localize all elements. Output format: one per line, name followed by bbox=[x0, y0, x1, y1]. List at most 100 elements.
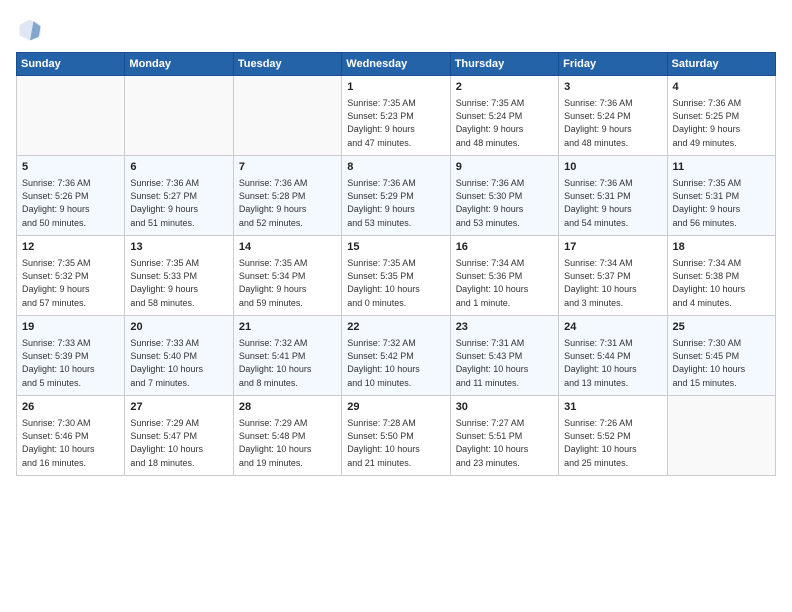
calendar-cell: 30 Sunrise: 7:27 AM Sunset: 5:51 PM Dayli… bbox=[450, 396, 558, 476]
day-info: Sunrise: 7:36 AM Sunset: 5:25 PM Dayligh… bbox=[673, 97, 770, 149]
calendar-cell bbox=[17, 76, 125, 156]
day-number: 31 bbox=[564, 400, 661, 415]
day-number: 24 bbox=[564, 320, 661, 335]
day-info: Sunrise: 7:30 AM Sunset: 5:46 PM Dayligh… bbox=[22, 417, 119, 469]
day-number: 21 bbox=[239, 320, 336, 335]
day-number: 3 bbox=[564, 80, 661, 95]
day-number: 9 bbox=[456, 160, 553, 175]
day-number: 19 bbox=[22, 320, 119, 335]
day-info: Sunrise: 7:31 AM Sunset: 5:44 PM Dayligh… bbox=[564, 337, 661, 389]
calendar-cell: 11Sunrise: 7:35 AM Sunset: 5:31 PM Dayli… bbox=[667, 156, 775, 236]
day-header-wednesday: Wednesday bbox=[342, 53, 450, 76]
day-number: 4 bbox=[673, 80, 770, 95]
calendar-cell bbox=[667, 396, 775, 476]
page-header bbox=[16, 16, 776, 44]
day-info: Sunrise: 7:36 AM Sunset: 5:31 PM Dayligh… bbox=[564, 177, 661, 229]
day-number: 1 bbox=[347, 80, 444, 95]
calendar-cell: 4 Sunrise: 7:36 AM Sunset: 5:25 PM Daylig… bbox=[667, 76, 775, 156]
day-info: Sunrise: 7:33 AM Sunset: 5:40 PM Dayligh… bbox=[130, 337, 227, 389]
calendar-cell: 3 Sunrise: 7:36 AM Sunset: 5:24 PM Daylig… bbox=[559, 76, 667, 156]
calendar-cell: 18 Sunrise: 7:34 AM Sunset: 5:38 PM Dayli… bbox=[667, 236, 775, 316]
calendar-cell: 6 Sunrise: 7:36 AM Sunset: 5:27 PM Daylig… bbox=[125, 156, 233, 236]
calendar-cell: 5Sunrise: 7:36 AM Sunset: 5:26 PM Daylig… bbox=[17, 156, 125, 236]
day-info: Sunrise: 7:34 AM Sunset: 5:37 PM Dayligh… bbox=[564, 257, 661, 309]
day-info: Sunrise: 7:29 AM Sunset: 5:47 PM Dayligh… bbox=[130, 417, 227, 469]
day-number: 13 bbox=[130, 240, 227, 255]
calendar-week-3: 12 Sunrise: 7:35 AM Sunset: 5:32 PM Dayli… bbox=[17, 236, 776, 316]
day-info: Sunrise: 7:35 AM Sunset: 5:24 PM Dayligh… bbox=[456, 97, 553, 149]
day-info: Sunrise: 7:27 AM Sunset: 5:51 PM Dayligh… bbox=[456, 417, 553, 469]
calendar-cell bbox=[125, 76, 233, 156]
day-header-sunday: Sunday bbox=[17, 53, 125, 76]
calendar-cell: 7 Sunrise: 7:36 AM Sunset: 5:28 PM Daylig… bbox=[233, 156, 341, 236]
calendar-cell: 14 Sunrise: 7:35 AM Sunset: 5:34 PM Dayli… bbox=[233, 236, 341, 316]
day-number: 10 bbox=[564, 160, 661, 175]
calendar-week-1: 1Sunrise: 7:35 AM Sunset: 5:23 PM Daylig… bbox=[17, 76, 776, 156]
calendar-cell: 15Sunrise: 7:35 AM Sunset: 5:35 PM Dayli… bbox=[342, 236, 450, 316]
day-info: Sunrise: 7:36 AM Sunset: 5:27 PM Dayligh… bbox=[130, 177, 227, 229]
calendar-cell: 25 Sunrise: 7:30 AM Sunset: 5:45 PM Dayli… bbox=[667, 316, 775, 396]
day-number: 5 bbox=[22, 160, 119, 175]
calendar-cell: 1Sunrise: 7:35 AM Sunset: 5:23 PM Daylig… bbox=[342, 76, 450, 156]
day-number: 2 bbox=[456, 80, 553, 95]
day-header-monday: Monday bbox=[125, 53, 233, 76]
calendar-week-2: 5Sunrise: 7:36 AM Sunset: 5:26 PM Daylig… bbox=[17, 156, 776, 236]
calendar-table: SundayMondayTuesdayWednesdayThursdayFrid… bbox=[16, 52, 776, 476]
calendar-week-5: 26Sunrise: 7:30 AM Sunset: 5:46 PM Dayli… bbox=[17, 396, 776, 476]
calendar-cell: 27Sunrise: 7:29 AM Sunset: 5:47 PM Dayli… bbox=[125, 396, 233, 476]
calendar-cell: 12 Sunrise: 7:35 AM Sunset: 5:32 PM Dayli… bbox=[17, 236, 125, 316]
calendar-cell: 13Sunrise: 7:35 AM Sunset: 5:33 PM Dayli… bbox=[125, 236, 233, 316]
calendar-cell: 31Sunrise: 7:26 AM Sunset: 5:52 PM Dayli… bbox=[559, 396, 667, 476]
day-header-tuesday: Tuesday bbox=[233, 53, 341, 76]
day-info: Sunrise: 7:36 AM Sunset: 5:30 PM Dayligh… bbox=[456, 177, 553, 229]
day-number: 30 bbox=[456, 400, 553, 415]
calendar-header-row: SundayMondayTuesdayWednesdayThursdayFrid… bbox=[17, 53, 776, 76]
day-number: 7 bbox=[239, 160, 336, 175]
calendar-cell: 8 Sunrise: 7:36 AM Sunset: 5:29 PM Daylig… bbox=[342, 156, 450, 236]
day-info: Sunrise: 7:35 AM Sunset: 5:32 PM Dayligh… bbox=[22, 257, 119, 309]
calendar-cell: 16 Sunrise: 7:34 AM Sunset: 5:36 PM Dayli… bbox=[450, 236, 558, 316]
day-number: 20 bbox=[130, 320, 227, 335]
day-info: Sunrise: 7:36 AM Sunset: 5:24 PM Dayligh… bbox=[564, 97, 661, 149]
calendar-cell: 20 Sunrise: 7:33 AM Sunset: 5:40 PM Dayli… bbox=[125, 316, 233, 396]
day-number: 17 bbox=[564, 240, 661, 255]
day-info: Sunrise: 7:36 AM Sunset: 5:29 PM Dayligh… bbox=[347, 177, 444, 229]
calendar-cell: 9 Sunrise: 7:36 AM Sunset: 5:30 PM Daylig… bbox=[450, 156, 558, 236]
calendar-cell: 19 Sunrise: 7:33 AM Sunset: 5:39 PM Dayli… bbox=[17, 316, 125, 396]
day-info: Sunrise: 7:33 AM Sunset: 5:39 PM Dayligh… bbox=[22, 337, 119, 389]
day-number: 29 bbox=[347, 400, 444, 415]
day-number: 12 bbox=[22, 240, 119, 255]
day-number: 22 bbox=[347, 320, 444, 335]
calendar-cell: 26Sunrise: 7:30 AM Sunset: 5:46 PM Dayli… bbox=[17, 396, 125, 476]
calendar-cell: 29 Sunrise: 7:28 AM Sunset: 5:50 PM Dayli… bbox=[342, 396, 450, 476]
day-info: Sunrise: 7:32 AM Sunset: 5:42 PM Dayligh… bbox=[347, 337, 444, 389]
day-info: Sunrise: 7:35 AM Sunset: 5:34 PM Dayligh… bbox=[239, 257, 336, 309]
calendar-cell: 21 Sunrise: 7:32 AM Sunset: 5:41 PM Dayli… bbox=[233, 316, 341, 396]
day-info: Sunrise: 7:30 AM Sunset: 5:45 PM Dayligh… bbox=[673, 337, 770, 389]
day-number: 28 bbox=[239, 400, 336, 415]
day-number: 14 bbox=[239, 240, 336, 255]
day-info: Sunrise: 7:32 AM Sunset: 5:41 PM Dayligh… bbox=[239, 337, 336, 389]
day-header-friday: Friday bbox=[559, 53, 667, 76]
day-number: 25 bbox=[673, 320, 770, 335]
calendar-cell: 28Sunrise: 7:29 AM Sunset: 5:48 PM Dayli… bbox=[233, 396, 341, 476]
calendar-cell: 10 Sunrise: 7:36 AM Sunset: 5:31 PM Dayli… bbox=[559, 156, 667, 236]
day-number: 16 bbox=[456, 240, 553, 255]
day-number: 15 bbox=[347, 240, 444, 255]
day-number: 18 bbox=[673, 240, 770, 255]
day-number: 23 bbox=[456, 320, 553, 335]
day-number: 6 bbox=[130, 160, 227, 175]
logo-icon bbox=[16, 16, 44, 44]
calendar-week-4: 19 Sunrise: 7:33 AM Sunset: 5:39 PM Dayli… bbox=[17, 316, 776, 396]
calendar-cell: 22 Sunrise: 7:32 AM Sunset: 5:42 PM Dayli… bbox=[342, 316, 450, 396]
calendar-cell: 2 Sunrise: 7:35 AM Sunset: 5:24 PM Daylig… bbox=[450, 76, 558, 156]
day-info: Sunrise: 7:36 AM Sunset: 5:28 PM Dayligh… bbox=[239, 177, 336, 229]
day-number: 8 bbox=[347, 160, 444, 175]
day-info: Sunrise: 7:35 AM Sunset: 5:31 PM Dayligh… bbox=[673, 177, 770, 229]
day-info: Sunrise: 7:28 AM Sunset: 5:50 PM Dayligh… bbox=[347, 417, 444, 469]
day-info: Sunrise: 7:34 AM Sunset: 5:36 PM Dayligh… bbox=[456, 257, 553, 309]
day-info: Sunrise: 7:34 AM Sunset: 5:38 PM Dayligh… bbox=[673, 257, 770, 309]
day-header-saturday: Saturday bbox=[667, 53, 775, 76]
day-info: Sunrise: 7:31 AM Sunset: 5:43 PM Dayligh… bbox=[456, 337, 553, 389]
calendar-cell: 23 Sunrise: 7:31 AM Sunset: 5:43 PM Dayli… bbox=[450, 316, 558, 396]
